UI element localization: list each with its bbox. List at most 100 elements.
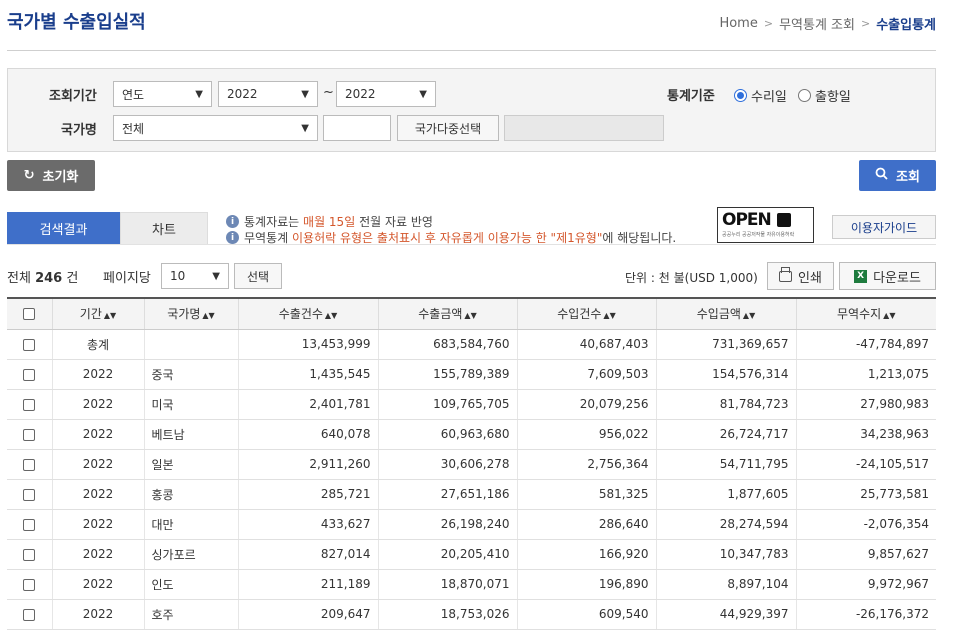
table-row: 2022 인도 211,189 18,870,071 196,890 8,897,104 9… <box>7 569 936 600</box>
sort-icon[interactable]: ▲▼ <box>743 311 755 320</box>
country-select[interactable]: 전체 ▼ <box>113 115 318 141</box>
sort-icon[interactable]: ▲▼ <box>464 311 476 320</box>
refresh-icon: ↻ <box>23 168 35 183</box>
cell-import-amount: 44,929,397 <box>655 599 796 630</box>
print-button[interactable]: 인쇄 <box>767 262 834 290</box>
cell-import-count: 581,325 <box>516 479 656 510</box>
tab-chart[interactable]: 차트 <box>120 212 208 245</box>
user-guide-button[interactable]: 이용자가이드 <box>832 215 936 239</box>
radio-label: 수리일 <box>751 90 787 105</box>
col-header-export-count[interactable]: 수출건수 ▲▼ <box>237 297 378 330</box>
cell-country: 홍콩 <box>143 479 238 510</box>
apply-per-page-button[interactable]: 선택 <box>234 263 282 289</box>
sort-icon[interactable]: ▲▼ <box>603 311 615 320</box>
table-row: 2022 중국 1,435,545 155,789,389 7,609,503 154,5… <box>7 359 936 390</box>
cell-trade-balance: -2,076,354 <box>795 509 936 540</box>
download-label: 다운로드 <box>873 270 921 286</box>
header-label: 수출건수 <box>278 307 323 322</box>
search-button[interactable]: 조회 <box>859 160 936 191</box>
cell-export-count: 2,401,781 <box>237 389 378 420</box>
year-to-select[interactable]: 2022 ▼ <box>336 81 436 107</box>
sort-icon[interactable]: ▲▼ <box>202 311 214 320</box>
row-checkbox-cell <box>7 539 52 570</box>
cell-import-count: 956,022 <box>516 419 656 450</box>
cell-period: 2022 <box>51 359 144 390</box>
cell-export-amount: 60,963,680 <box>377 419 517 450</box>
per-page-value: 10 <box>170 269 186 283</box>
cell-export-count: 285,721 <box>237 479 378 510</box>
table-row: 2022 일본 2,911,260 30,606,278 2,756,364 54,711… <box>7 449 936 480</box>
info-icon: i <box>226 215 239 228</box>
cell-export-count: 640,078 <box>237 419 378 450</box>
cell-import-count: 2,756,364 <box>516 449 656 480</box>
tab-search-results[interactable]: 검색결과 <box>7 212 120 245</box>
row-checkbox[interactable] <box>23 518 36 531</box>
reset-button[interactable]: ↻ 초기화 <box>7 160 95 191</box>
breadcrumb-trade-stats[interactable]: 무역통계 조회 <box>779 14 855 33</box>
row-checkbox[interactable] <box>23 578 36 591</box>
results-table: 기간 ▲▼ 국가명 ▲▼ 수출건수 ▲▼ 수출금액 ▲▼ 수입건수 ▲▼ 수입금액 ▲▼ 무… <box>7 297 936 630</box>
cell-export-amount: 109,765,705 <box>377 389 517 420</box>
radio-departure-date[interactable]: 출항일 <box>798 86 851 105</box>
sort-icon[interactable]: ▲▼ <box>325 311 337 320</box>
printer-icon <box>779 266 793 282</box>
kogl-open-logo: OPEN 공공누리 공공저작물 자유이용허락 <box>717 207 814 243</box>
total-number: 246 <box>35 271 63 286</box>
unit-label: 단위 : 천 불(USD 1,000) <box>625 271 758 285</box>
row-checkbox-cell <box>7 599 52 630</box>
row-checkbox[interactable] <box>23 608 36 621</box>
cell-trade-balance: 9,857,627 <box>795 539 936 570</box>
cell-export-amount: 30,606,278 <box>377 449 517 480</box>
col-header-import-count[interactable]: 수입건수 ▲▼ <box>516 297 656 330</box>
cell-import-count: 609,540 <box>516 599 656 630</box>
period-unit-select[interactable]: 연도 ▼ <box>113 81 212 107</box>
multi-country-button[interactable]: 국가다중선택 <box>397 115 499 141</box>
header-label: 국가명 <box>167 307 201 322</box>
cell-country: 중국 <box>143 359 238 390</box>
country-code-input[interactable] <box>323 115 391 141</box>
cell-import-count: 196,890 <box>516 569 656 600</box>
col-header-trade-balance[interactable]: 무역수지 ▲▼ <box>795 297 936 330</box>
row-checkbox-cell <box>7 389 52 420</box>
search-icon <box>875 167 888 184</box>
radio-unchecked-icon[interactable] <box>798 89 811 102</box>
cell-period: 2022 <box>51 449 144 480</box>
per-page-select[interactable]: 10 ▼ <box>161 263 229 289</box>
sort-icon[interactable]: ▲▼ <box>104 311 116 320</box>
cell-country: 호주 <box>143 599 238 630</box>
select-all-checkbox[interactable] <box>23 308 36 321</box>
cell-import-count: 286,640 <box>516 509 656 540</box>
row-checkbox-cell <box>7 509 52 540</box>
col-header-period[interactable]: 기간 ▲▼ <box>51 297 144 330</box>
cell-country: 싱가포르 <box>143 539 238 570</box>
cell-period: 총계 <box>51 329 144 360</box>
sort-icon[interactable]: ▲▼ <box>883 311 895 320</box>
row-checkbox[interactable] <box>23 338 36 351</box>
radio-checked-icon[interactable] <box>734 89 747 102</box>
row-checkbox[interactable] <box>23 428 36 441</box>
chevron-down-icon: ▼ <box>301 88 309 100</box>
row-checkbox[interactable] <box>23 458 36 471</box>
header-label: 기간 <box>79 307 102 322</box>
header-label: 수입건수 <box>557 307 602 322</box>
download-button[interactable]: X 다운로드 <box>839 262 936 290</box>
col-header-import-amount[interactable]: 수입금액 ▲▼ <box>655 297 796 330</box>
total-prefix: 전체 <box>7 271 31 286</box>
row-checkbox[interactable] <box>23 488 36 501</box>
row-checkbox[interactable] <box>23 368 36 381</box>
row-checkbox[interactable] <box>23 548 36 561</box>
breadcrumb-home[interactable]: Home <box>719 16 757 31</box>
col-header-export-amount[interactable]: 수출금액 ▲▼ <box>377 297 517 330</box>
cell-trade-balance: 34,238,963 <box>795 419 936 450</box>
period-unit-value: 연도 <box>122 87 145 102</box>
radio-receipt-date[interactable]: 수리일 <box>734 86 787 105</box>
cell-export-count: 13,453,999 <box>237 329 378 360</box>
info-icon: i <box>226 231 239 244</box>
col-header-country[interactable]: 국가명 ▲▼ <box>143 297 238 330</box>
year-from-select[interactable]: 2022 ▼ <box>218 81 318 107</box>
reset-label: 초기화 <box>42 170 79 185</box>
row-checkbox[interactable] <box>23 398 36 411</box>
tab-divider <box>7 244 936 245</box>
cell-import-count: 40,687,403 <box>516 329 656 360</box>
cell-trade-balance: -47,784,897 <box>795 329 936 360</box>
